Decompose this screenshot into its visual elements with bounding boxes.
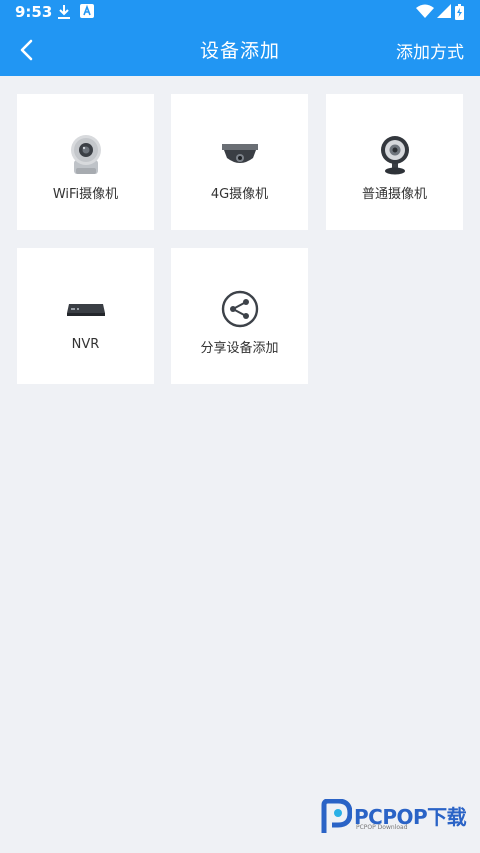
nvr-icon [17, 288, 154, 330]
tile-4g-camera[interactable]: 4G摄像机 [171, 94, 308, 230]
app-header: 9:53 设备添加 添加方式 [0, 0, 480, 76]
tile-normal-camera[interactable]: 普通摄像机 [326, 94, 463, 230]
watermark-logo: PCPOP下载 PCPOP Download [320, 799, 470, 839]
watermark-sub: PCPOP Download [356, 824, 408, 831]
tile-share-device[interactable]: 分享设备添加 [171, 248, 308, 384]
tile-label: 4G摄像机 [210, 187, 269, 202]
tile-label: NVR [71, 337, 100, 352]
pcpop-logo-icon [321, 799, 352, 833]
dome-camera-icon [171, 134, 308, 176]
status-time: 9:53 [15, 3, 53, 21]
tile-label: 普通摄像机 [361, 187, 427, 202]
status-bar: 9:53 [0, 0, 480, 24]
webcam-icon [326, 134, 463, 176]
tile-label: WiFi摄像机 [52, 187, 119, 202]
tile-wifi-camera[interactable]: WiFi摄像机 [17, 94, 154, 230]
battery-charging-icon [455, 4, 464, 24]
wifi-icon [416, 4, 434, 22]
title-bar: 设备添加 添加方式 [0, 24, 480, 76]
share-icon [171, 288, 308, 330]
download-icon [57, 4, 71, 24]
add-method-button[interactable]: 添加方式 [396, 38, 464, 63]
tile-nvr[interactable]: NVR [17, 248, 154, 384]
tile-label: 分享设备添加 [200, 341, 279, 356]
signal-icon [437, 4, 451, 22]
notification-a-icon [80, 4, 94, 22]
wifi-camera-icon [17, 134, 154, 176]
